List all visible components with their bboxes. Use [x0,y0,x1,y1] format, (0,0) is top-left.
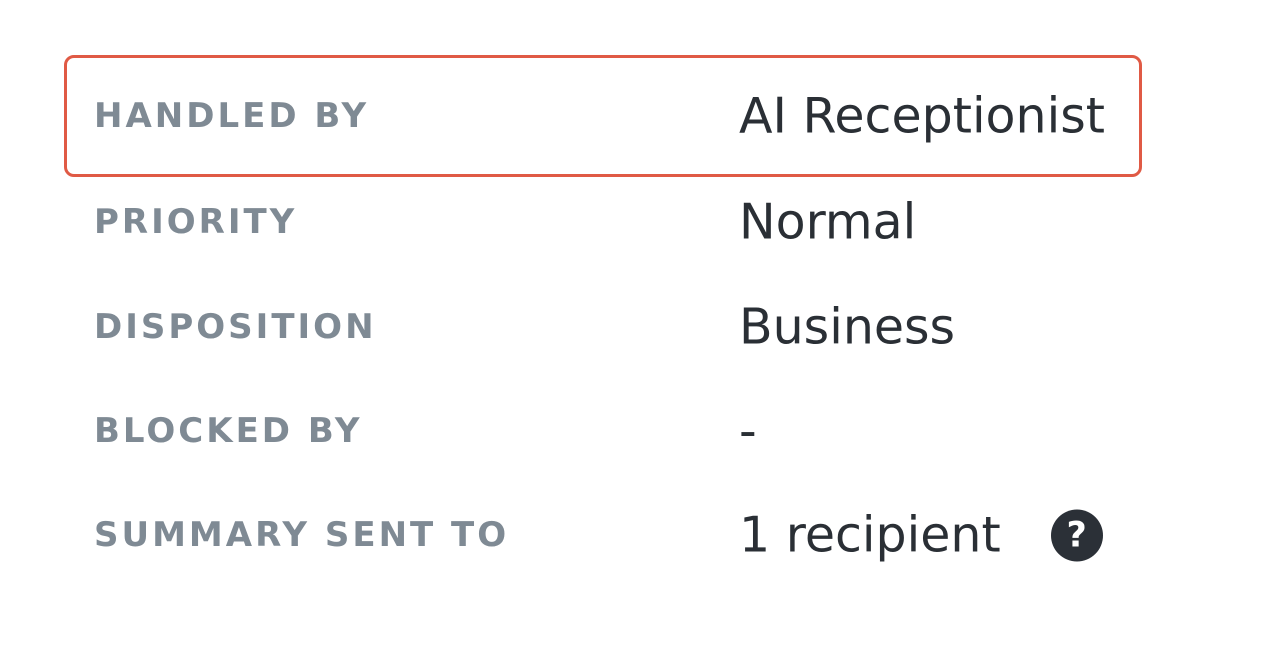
detail-label-blocked-by: BLOCKED BY [94,411,363,451]
detail-row-priority: PRIORITY Normal [64,170,1142,274]
detail-label-handled-by: HANDLED BY [94,96,370,136]
detail-label-disposition: DISPOSITION [94,307,377,347]
detail-value-blocked-by: - [739,403,757,460]
detail-row-blocked-by: BLOCKED BY - [64,379,1142,483]
detail-row-disposition: DISPOSITION Business [64,275,1142,379]
disposition-text: Business [739,298,956,356]
detail-value-disposition: Business [739,299,955,356]
detail-label-priority: PRIORITY [94,202,298,242]
detail-row-summary-sent-to: SUMMARY SENT TO 1 recipient ? [64,483,1142,587]
detail-value-handled-by: AI Receptionist [739,88,1105,145]
detail-value-priority: Normal [739,194,916,251]
call-details-panel: HANDLED BY AI Receptionist PRIORITY Norm… [0,0,1272,645]
summary-recipients-text: 1 recipient [739,506,1001,564]
priority-text: Normal [739,193,917,251]
blocked-by-text: - [739,402,757,460]
detail-value-summary-sent-to: 1 recipient ? [739,507,1103,564]
detail-row-handled-by: HANDLED BY AI Receptionist [64,55,1142,177]
detail-label-summary-sent-to: SUMMARY SENT TO [94,515,510,555]
help-icon[interactable]: ? [1050,509,1103,561]
handled-by-text: AI Receptionist [739,87,1105,145]
